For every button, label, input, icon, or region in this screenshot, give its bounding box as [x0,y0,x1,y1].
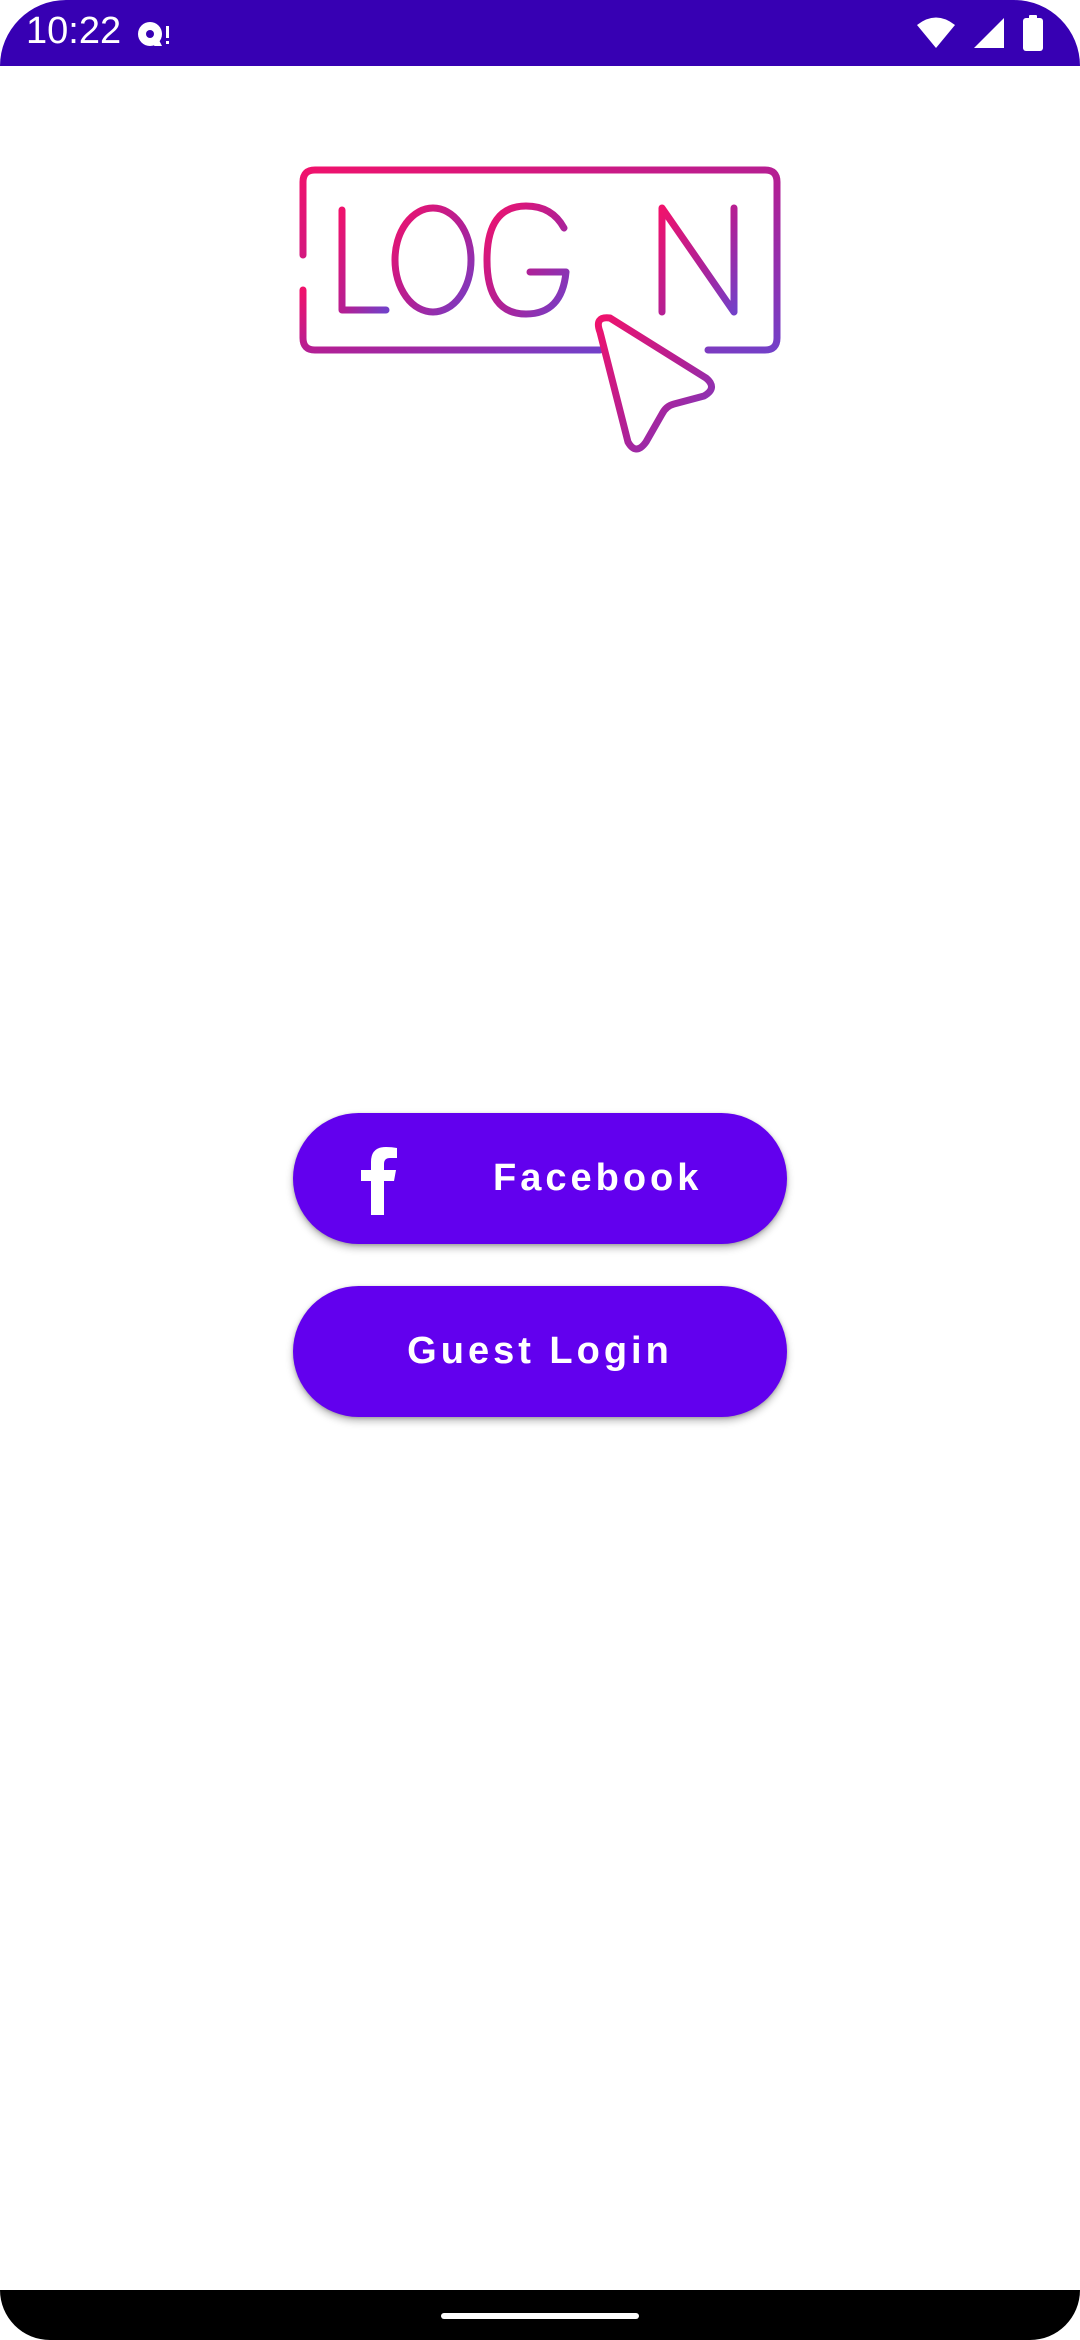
navigation-bar [0,2290,1080,2340]
login-logo [290,160,790,460]
media-notification-icon [136,18,176,50]
wifi-icon [916,16,956,50]
facebook-login-button[interactable]: Facebook [293,1113,787,1244]
cellular-signal-icon [972,16,1006,50]
login-logo-image [299,166,781,453]
login-screen: 10:22 Facebook Guest Login [0,0,1080,2340]
facebook-button-label: Facebook [493,1157,703,1199]
status-right-icons [916,14,1044,52]
status-bar: 10:22 [0,0,1080,66]
facebook-icon [359,1145,399,1215]
guest-login-button[interactable]: Guest Login [293,1286,787,1417]
guest-login-button-label: Guest Login [407,1330,673,1372]
status-time: 10:22 [26,10,122,52]
gesture-handle[interactable] [441,2313,639,2319]
battery-icon [1022,15,1044,51]
